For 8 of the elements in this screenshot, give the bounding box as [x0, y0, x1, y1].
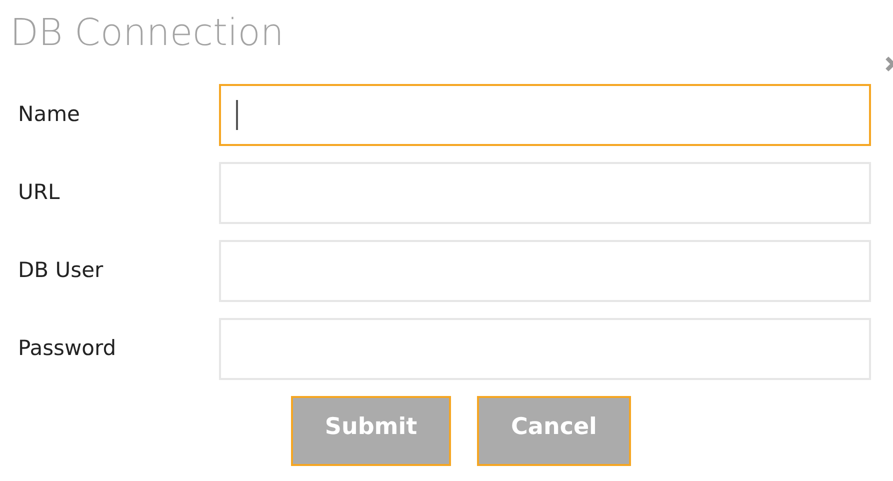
submit-button[interactable]: Submit: [291, 396, 451, 466]
field-label: Password: [17, 335, 118, 362]
field-label: DB User: [17, 257, 104, 284]
cancel-button[interactable]: Cancel: [477, 396, 631, 466]
input-field[interactable]: [219, 84, 871, 146]
dialog-title: DB Connection: [10, 14, 285, 51]
field-label: Name: [17, 101, 81, 128]
field-label: URL: [17, 179, 61, 206]
